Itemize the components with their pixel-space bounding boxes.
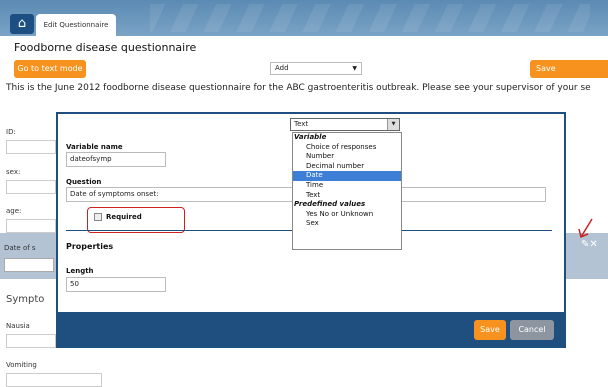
- edit-question-dialog: Text ▼ Variable name dateofsymp Question…: [56, 112, 566, 348]
- annotation-arrow-icon: [578, 218, 593, 239]
- type-option-selected[interactable]: Date: [293, 171, 401, 181]
- question-label: Question: [66, 178, 102, 186]
- chevron-down-icon[interactable]: ▼: [387, 119, 399, 130]
- question-type-value: Text: [294, 120, 309, 128]
- cancel-button[interactable]: Cancel: [510, 320, 554, 340]
- type-group-predefined: Predefined values: [294, 200, 366, 209]
- field-label-sex: sex:: [6, 168, 21, 176]
- type-group-variable: Variable: [294, 133, 327, 141]
- go-to-text-mode-button[interactable]: Go to text mode: [14, 60, 86, 78]
- field-input-date-of-symptoms[interactable]: [4, 258, 54, 272]
- save-questionnaire-button[interactable]: Save questionnaire: [530, 60, 608, 91]
- question-type-dropdown-list: Variable Choice of responses Number Deci…: [292, 132, 402, 250]
- type-option[interactable]: Number: [293, 152, 401, 162]
- field-label-vomiting: Vomiting: [6, 361, 37, 369]
- add-select[interactable]: Add ▼: [270, 62, 362, 75]
- home-icon: ⌂: [17, 16, 27, 31]
- field-label-id: ID:: [6, 128, 16, 136]
- type-option[interactable]: Sex: [293, 219, 401, 229]
- add-select-value: Add: [275, 64, 289, 72]
- header-decoration: [150, 4, 590, 32]
- field-input-vomiting[interactable]: [6, 373, 102, 387]
- question-type-select[interactable]: Text ▼: [290, 118, 400, 131]
- field-input-nausia[interactable]: [6, 334, 56, 348]
- section-title-symptoms: Sympto: [6, 294, 45, 305]
- field-label-age: age:: [6, 207, 22, 215]
- chevron-down-icon: ▼: [352, 65, 357, 72]
- variable-name-input[interactable]: dateofsymp: [66, 152, 166, 167]
- properties-heading: Properties: [66, 242, 114, 251]
- length-input[interactable]: 50: [66, 277, 166, 292]
- field-input-age[interactable]: [6, 219, 56, 233]
- variable-name-label: Variable name: [66, 143, 123, 151]
- type-option[interactable]: Time: [293, 181, 401, 191]
- intro-text: This is the June 2012 foodborne disease …: [6, 83, 591, 93]
- field-input-id[interactable]: [6, 140, 56, 154]
- type-option[interactable]: Decimal number: [293, 162, 401, 172]
- type-option[interactable]: Choice of responses: [293, 143, 401, 153]
- type-option[interactable]: Text: [293, 191, 401, 201]
- type-option[interactable]: Yes No or Unknown: [293, 210, 401, 220]
- required-label: Required: [106, 213, 142, 221]
- field-label-nausia: Nausia: [6, 322, 30, 330]
- field-input-sex[interactable]: [6, 180, 56, 194]
- required-checkbox[interactable]: [94, 213, 102, 221]
- length-label: Length: [66, 267, 94, 275]
- field-label-date-of-symptoms: Date of s: [4, 244, 36, 252]
- dialog-footer: Save Cancel: [58, 312, 564, 346]
- save-button[interactable]: Save: [474, 320, 506, 340]
- home-button[interactable]: ⌂: [10, 14, 34, 34]
- page-title: Foodborne disease questionnaire: [14, 41, 197, 54]
- tab-edit-questionnaire[interactable]: Edit Questionnaire: [36, 14, 116, 36]
